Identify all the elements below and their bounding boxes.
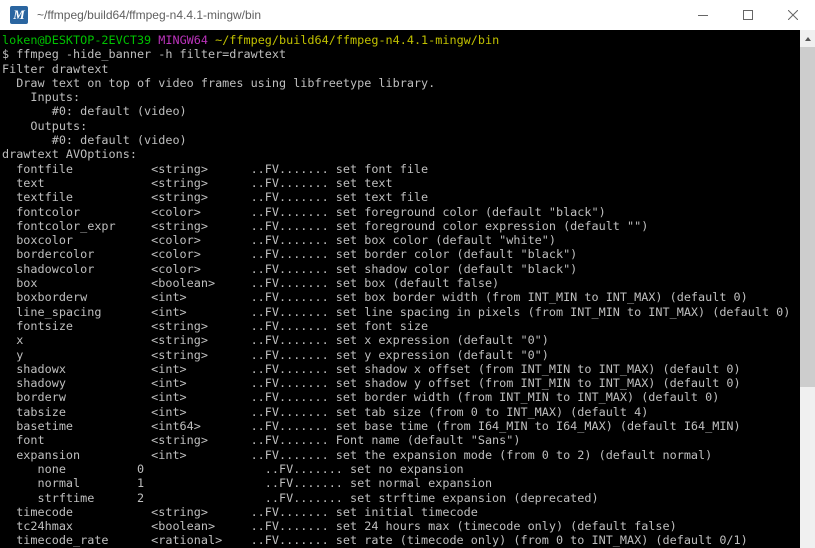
terminal-line: text <string> ..FV....... set text <box>2 176 800 190</box>
terminal-line: x <string> ..FV....... set x expression … <box>2 333 800 347</box>
terminal-line: expansion <int> ..FV....... set the expa… <box>2 448 800 462</box>
scrollbar-thumb[interactable] <box>800 47 815 387</box>
maximize-icon <box>743 10 753 20</box>
terminal-line: loken@DESKTOP-2EVCT39 MINGW64 ~/ffmpeg/b… <box>2 33 800 47</box>
titlebar[interactable]: M ~/ffmpeg/build64/ffmpeg-n4.4.1-mingw/b… <box>0 0 815 30</box>
terminal-line: shadowy <int> ..FV....... set shadow y o… <box>2 376 800 390</box>
minimize-button[interactable] <box>680 0 725 30</box>
terminal-line: font <string> ..FV....... Font name (def… <box>2 433 800 447</box>
caption-buttons <box>680 0 815 30</box>
terminal-line: basetime <int64> ..FV....... set base ti… <box>2 419 800 433</box>
terminal-line: tc24hmax <boolean> ..FV....... set 24 ho… <box>2 519 800 533</box>
terminal-line: fontsize <string> ..FV....... set font s… <box>2 319 800 333</box>
terminal-line: timecode_rate <rational> ..FV....... set… <box>2 533 800 547</box>
terminal-line: bordercolor <color> ..FV....... set bord… <box>2 247 800 261</box>
terminal-line: #0: default (video) <box>2 104 800 118</box>
terminal-line: boxcolor <color> ..FV....... set box col… <box>2 233 800 247</box>
terminal-line: line_spacing <int> ..FV....... set line … <box>2 305 800 319</box>
terminal-line: strftime 2 ..FV....... set strftime expa… <box>2 491 800 505</box>
maximize-button[interactable] <box>725 0 770 30</box>
terminal-line: Outputs: <box>2 119 800 133</box>
terminal-output: loken@DESKTOP-2EVCT39 MINGW64 ~/ffmpeg/b… <box>2 33 800 548</box>
terminal-line: shadowx <int> ..FV....... set shadow x o… <box>2 362 800 376</box>
terminal-line: borderw <int> ..FV....... set border wid… <box>2 390 800 404</box>
terminal-line: Draw text on top of video frames using l… <box>2 76 800 90</box>
terminal[interactable]: loken@DESKTOP-2EVCT39 MINGW64 ~/ffmpeg/b… <box>0 30 800 548</box>
terminal-line: normal 1 ..FV....... set normal expansio… <box>2 476 800 490</box>
terminal-line: fontfile <string> ..FV....... set font f… <box>2 162 800 176</box>
terminal-line: tabsize <int> ..FV....... set tab size (… <box>2 405 800 419</box>
mintty-app-icon[interactable]: M <box>10 6 28 24</box>
terminal-line: shadowcolor <color> ..FV....... set shad… <box>2 262 800 276</box>
terminal-line: Inputs: <box>2 90 800 104</box>
scroll-up-arrow-icon <box>805 37 811 41</box>
terminal-line: timecode <string> ..FV....... set initia… <box>2 505 800 519</box>
terminal-line: y <string> ..FV....... set y expression … <box>2 348 800 362</box>
window-title: ~/ffmpeg/build64/ffmpeg-n4.4.1-mingw/bin <box>37 8 261 22</box>
terminal-line: fontcolor_expr <string> ..FV....... set … <box>2 219 800 233</box>
terminal-window: M ~/ffmpeg/build64/ffmpeg-n4.4.1-mingw/b… <box>0 0 815 548</box>
terminal-line: fontcolor <color> ..FV....... set foregr… <box>2 205 800 219</box>
terminal-line: $ ffmpeg -hide_banner -h filter=drawtext <box>2 47 800 61</box>
terminal-line: drawtext AVOptions: <box>2 147 800 161</box>
terminal-line: textfile <string> ..FV....... set text f… <box>2 190 800 204</box>
close-icon <box>788 10 798 20</box>
terminal-line: Filter drawtext <box>2 62 800 76</box>
minimize-icon <box>698 10 708 20</box>
terminal-line: none 0 ..FV....... set no expansion <box>2 462 800 476</box>
terminal-line: boxborderw <int> ..FV....... set box bor… <box>2 290 800 304</box>
terminal-line: #0: default (video) <box>2 133 800 147</box>
scrollbar[interactable] <box>800 30 815 548</box>
scroll-up-button[interactable] <box>800 30 815 47</box>
close-button[interactable] <box>770 0 815 30</box>
terminal-line: box <boolean> ..FV....... set box (defau… <box>2 276 800 290</box>
